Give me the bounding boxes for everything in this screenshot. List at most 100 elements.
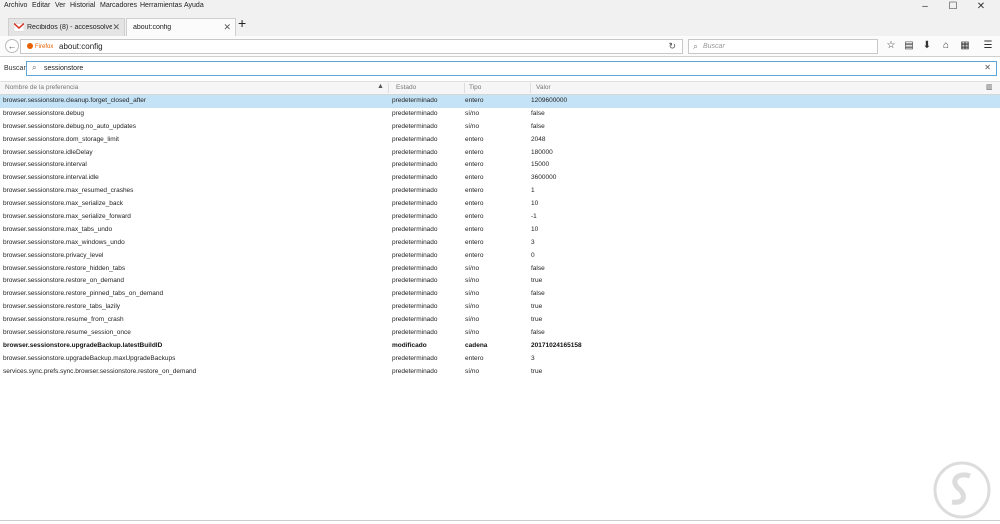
pref-type-cell: sí/no	[465, 109, 480, 117]
home-icon[interactable]: ⌂	[939, 39, 953, 53]
table-row[interactable]: browser.sessionstore.dom_storage_limit pr…	[0, 134, 1000, 147]
table-row[interactable]: browser.sessionstore.upgradeBackup.maxUp…	[0, 353, 1000, 366]
table-row[interactable]: browser.sessionstore.debug.no_auto_updat…	[0, 121, 1000, 134]
pref-type-cell: entero	[465, 225, 484, 233]
pref-name-cell: browser.sessionstore.restore_pinned_tabs…	[3, 290, 164, 298]
identity-box[interactable]: Firefox	[27, 43, 53, 50]
pref-status-cell: modificado	[392, 341, 427, 349]
table-row[interactable]: browser.sessionstore.upgradeBackup.lates…	[0, 340, 1000, 353]
column-header-status[interactable]: Estado	[396, 84, 416, 91]
table-row[interactable]: browser.sessionstore.max_resumed_crashes…	[0, 185, 1000, 198]
table-header: Nombre de la preferencia ▲ Estado Tipo V…	[0, 81, 1000, 95]
pref-type-cell: entero	[465, 187, 484, 195]
menu-historial[interactable]: Historial	[70, 2, 95, 9]
column-header-type[interactable]: Tipo	[469, 84, 481, 91]
pref-value-cell: 10	[531, 225, 539, 233]
close-icon[interactable]: ✕	[112, 22, 120, 33]
table-row[interactable]: browser.sessionstore.max_windows_undo pre…	[0, 237, 1000, 250]
search-icon: ⌕	[32, 63, 37, 72]
filter-value: sessionstore	[44, 65, 84, 72]
new-tab-button[interactable]: +	[238, 15, 246, 31]
url-text: about:config	[59, 42, 103, 51]
filter-bar: Buscar: ⌕ sessionstore ✕	[0, 57, 1000, 79]
column-picker-icon[interactable]: ▥	[986, 83, 993, 91]
pref-type-cell: sí/no	[465, 329, 480, 337]
nav-bar: ← Firefox about:config ↻ ⌕ Buscar	[0, 36, 1000, 57]
table-row[interactable]: browser.sessionstore.cleanup.forget_clos…	[0, 95, 1000, 108]
search-icon: ⌕	[693, 41, 699, 51]
pref-name-cell: browser.sessionstore.restore_tabs_lazily	[3, 303, 121, 311]
pref-name-cell: browser.sessionstore.interval.idle	[3, 174, 99, 182]
column-divider[interactable]	[388, 83, 389, 93]
pref-name-cell: browser.sessionstore.upgradeBackup.maxUp…	[3, 354, 176, 362]
pref-value-cell: 3	[531, 238, 535, 246]
filter-input[interactable]: ⌕ sessionstore ✕	[26, 61, 997, 76]
pref-type-cell: entero	[465, 238, 484, 246]
pref-value-cell: true	[531, 277, 543, 285]
menu-editar[interactable]: Editar	[32, 2, 50, 9]
table-row[interactable]: browser.sessionstore.restore_tabs_lazily…	[0, 301, 1000, 314]
pref-name-cell: browser.sessionstore.max_serialize_back	[3, 200, 123, 208]
pref-status-cell: predeterminado	[392, 213, 438, 221]
table-row[interactable]: browser.sessionstore.restore_hidden_tabs…	[0, 263, 1000, 276]
back-button[interactable]: ←	[5, 39, 19, 53]
hamburger-menu-icon[interactable]: ☰	[981, 39, 995, 53]
pref-type-cell: sí/no	[465, 316, 480, 324]
table-row[interactable]: browser.sessionstore.restore_pinned_tabs…	[0, 288, 1000, 301]
menu-marcadores[interactable]: Marcadores	[100, 2, 137, 9]
tab-about-config[interactable]: about:config ✕	[126, 18, 236, 36]
pref-type-cell: entero	[465, 354, 484, 362]
column-divider[interactable]	[464, 83, 465, 93]
pref-type-cell: sí/no	[465, 303, 480, 311]
pref-value-cell: 20171024165158	[531, 341, 582, 349]
pref-name-cell: browser.sessionstore.resume_session_once	[3, 329, 131, 337]
table-row[interactable]: browser.sessionstore.max_serialize_back p…	[0, 198, 1000, 211]
bookmark-star-icon[interactable]: ☆	[884, 39, 898, 53]
pref-type-cell: entero	[465, 213, 484, 221]
column-header-name[interactable]: Nombre de la preferencia	[5, 84, 78, 91]
pref-value-cell: 1	[531, 187, 535, 195]
sort-ascending-icon: ▲	[377, 83, 384, 90]
pref-status-cell: predeterminado	[392, 354, 438, 362]
pref-name-cell: browser.sessionstore.restore_on_demand	[3, 277, 125, 285]
menu-archivo[interactable]: Archivo	[4, 2, 27, 9]
table-row[interactable]: browser.sessionstore.resume_from_crash pr…	[0, 314, 1000, 327]
pref-value-cell: false	[531, 122, 545, 130]
menu-herramientas[interactable]: Herramientas	[140, 2, 182, 9]
table-row[interactable]: browser.sessionstore.max_serialize_forwa…	[0, 211, 1000, 224]
pref-name-cell: browser.sessionstore.privacy_level	[3, 251, 104, 259]
table-row[interactable]: browser.sessionstore.resume_session_once…	[0, 327, 1000, 340]
table-row[interactable]: browser.sessionstore.interval predetermin…	[0, 159, 1000, 172]
pref-type-cell: entero	[465, 174, 484, 182]
download-icon[interactable]: ⬇	[920, 39, 934, 53]
pref-status-cell: predeterminado	[392, 174, 438, 182]
menu-ayuda[interactable]: Ayuda	[184, 2, 204, 9]
pref-status-cell: predeterminado	[392, 135, 438, 143]
table-row[interactable]: browser.sessionstore.interval.idle predet…	[0, 172, 1000, 185]
table-row[interactable]: browser.sessionstore.privacy_level predet…	[0, 250, 1000, 263]
url-bar[interactable]: Firefox about:config ↻	[20, 39, 683, 54]
watermark-logo	[933, 461, 991, 519]
table-row[interactable]: browser.sessionstore.debug predeterminado…	[0, 108, 1000, 121]
close-icon[interactable]: ✕	[223, 22, 231, 33]
clear-icon[interactable]: ✕	[984, 63, 991, 72]
extensions-icon[interactable]: ▦	[958, 39, 972, 53]
pref-status-cell: predeterminado	[392, 148, 438, 156]
table-row[interactable]: browser.sessionstore.max_tabs_undo predet…	[0, 224, 1000, 237]
menu-ver[interactable]: Ver	[55, 2, 66, 9]
pref-value-cell: 15000	[531, 161, 550, 169]
table-row[interactable]: browser.sessionstore.restore_on_demand pr…	[0, 275, 1000, 288]
pref-value-cell: 2048	[531, 135, 546, 143]
table-row[interactable]: browser.sessionstore.idleDelay predetermi…	[0, 147, 1000, 160]
pref-status-cell: predeterminado	[392, 277, 438, 285]
pref-type-cell: sí/no	[465, 367, 480, 375]
table-row[interactable]: services.sync.prefs.sync.browser.session…	[0, 366, 1000, 379]
column-divider[interactable]	[530, 83, 531, 93]
pref-status-cell: predeterminado	[392, 316, 438, 324]
identity-label: Firefox	[35, 44, 54, 50]
search-bar[interactable]: ⌕ Buscar	[688, 39, 878, 54]
column-header-value[interactable]: Valor	[536, 84, 551, 91]
tab-gmail[interactable]: Recibidos (8) - accesosolvete ✕	[8, 18, 125, 36]
reload-icon[interactable]: ↻	[668, 41, 676, 52]
reading-list-icon[interactable]: ▤	[902, 39, 916, 53]
